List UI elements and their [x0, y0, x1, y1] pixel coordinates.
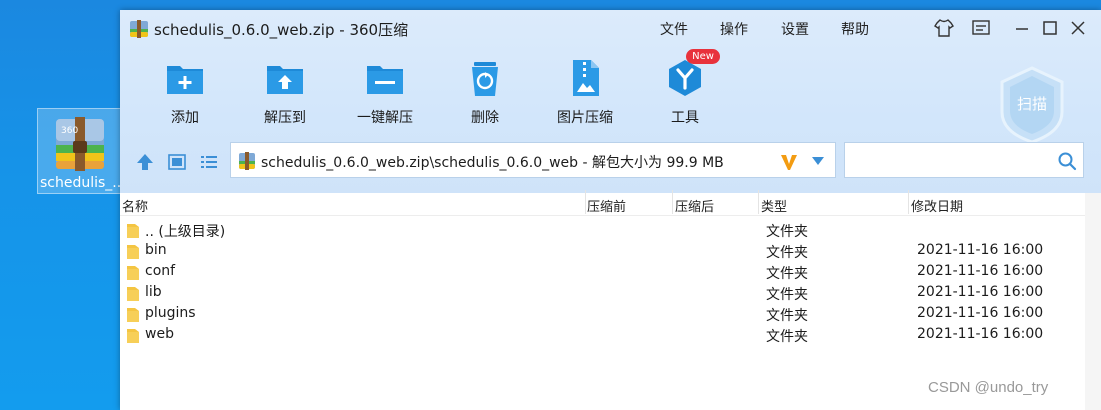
- column-header-modified[interactable]: 修改日期: [911, 196, 963, 215]
- file-modified: 2021-11-16 16:00: [917, 263, 1044, 279]
- new-badge: New: [686, 49, 720, 64]
- menu-file[interactable]: 文件: [660, 19, 688, 39]
- chevron-down-icon[interactable]: [811, 156, 825, 166]
- recycle-bin-icon: [472, 62, 498, 96]
- thumbnail-view-icon[interactable]: [166, 151, 188, 173]
- file-modified: 2021-11-16 16:00: [917, 326, 1044, 342]
- add-button[interactable]: 添加: [140, 58, 230, 128]
- file-name: conf: [145, 263, 176, 279]
- one-click-extract-icon: [367, 66, 403, 94]
- file-type: 文件夹: [766, 287, 808, 303]
- file-type: 文件夹: [766, 329, 808, 345]
- feedback-icon[interactable]: [970, 17, 992, 39]
- scan-label: 扫描: [1017, 95, 1047, 113]
- column-header-original-size[interactable]: 压缩前: [587, 196, 626, 215]
- search-icon[interactable]: [1057, 151, 1077, 171]
- v-logo-icon[interactable]: [779, 152, 799, 172]
- zip-file-icon: [239, 152, 255, 170]
- skin-shirt-icon[interactable]: [933, 17, 955, 39]
- go-up-icon[interactable]: [134, 151, 156, 173]
- image-compress-button[interactable]: 图片压缩: [540, 58, 630, 128]
- file-name: plugins: [145, 305, 196, 321]
- add-label: 添加: [171, 110, 199, 126]
- file-row-conf[interactable]: conf 文件夹 2021-11-16 16:00: [120, 262, 1085, 283]
- column-divider[interactable]: [585, 190, 586, 214]
- window-title: schedulis_0.6.0_web.zip - 360压缩: [154, 21, 409, 39]
- file-type: 文件夹: [766, 245, 808, 261]
- file-modified: 2021-11-16 16:00: [917, 284, 1044, 300]
- file-type: 文件夹: [766, 224, 808, 240]
- scan-shield-button[interactable]: 扫描: [998, 66, 1066, 144]
- folder-icon: [127, 287, 139, 301]
- zip-archive-icon: 360: [56, 117, 104, 171]
- file-name: bin: [145, 242, 167, 258]
- file-name: .. (上级目录): [145, 224, 226, 240]
- watermark: CSDN @undo_try: [928, 379, 1049, 396]
- file-row-plugins[interactable]: plugins 文件夹 2021-11-16 16:00: [120, 304, 1085, 325]
- column-divider[interactable]: [908, 190, 909, 214]
- column-header-compressed-size[interactable]: 压缩后: [675, 196, 714, 215]
- desktop-icon-label: schedulis_...: [40, 175, 124, 191]
- app-archive-icon: [130, 20, 148, 38]
- file-name: web: [145, 326, 174, 342]
- delete-label: 删除: [471, 110, 499, 126]
- column-header-name[interactable]: 名称: [122, 196, 148, 215]
- minimize-icon[interactable]: [1011, 17, 1033, 39]
- list-view-icon[interactable]: [198, 151, 220, 173]
- column-divider[interactable]: [672, 190, 673, 214]
- file-type: 文件夹: [766, 308, 808, 324]
- menu-operation[interactable]: 操作: [720, 19, 748, 39]
- folder-icon: [127, 245, 139, 259]
- file-row-lib[interactable]: lib 文件夹 2021-11-16 16:00: [120, 283, 1085, 304]
- address-bar[interactable]: schedulis_0.6.0_web.zip\schedulis_0.6.0_…: [230, 142, 836, 178]
- tools-icon: [669, 60, 701, 96]
- delete-button[interactable]: 删除: [440, 58, 530, 128]
- folder-icon: [127, 224, 139, 238]
- image-compress-icon: [573, 60, 599, 96]
- one-click-extract-button[interactable]: 一键解压: [340, 58, 430, 128]
- one-click-extract-label: 一键解压: [357, 110, 413, 126]
- column-divider[interactable]: [758, 190, 759, 214]
- file-modified: 2021-11-16 16:00: [917, 242, 1044, 258]
- add-folder-icon: [167, 66, 203, 94]
- archive-window: schedulis_0.6.0_web.zip - 360压缩 文件 操作 设置…: [120, 10, 1101, 410]
- file-row-bin[interactable]: bin 文件夹 2021-11-16 16:00: [120, 241, 1085, 262]
- folder-icon: [127, 329, 139, 343]
- extract-to-label: 解压到: [264, 110, 306, 126]
- header-divider: [120, 215, 1085, 216]
- file-row-parent[interactable]: .. (上级目录) 文件夹: [120, 220, 1085, 241]
- folder-icon: [127, 308, 139, 322]
- image-compress-label: 图片压缩: [557, 110, 613, 126]
- extract-to-icon: [267, 66, 303, 94]
- vertical-scrollbar[interactable]: [1085, 193, 1101, 410]
- tools-label: 工具: [671, 110, 699, 126]
- close-icon[interactable]: [1067, 17, 1089, 39]
- file-name: lib: [145, 284, 162, 300]
- extract-to-button[interactable]: 解压到: [240, 58, 330, 128]
- desktop-zip-shortcut[interactable]: 360 schedulis_...: [37, 108, 124, 194]
- address-path: schedulis_0.6.0_web.zip\schedulis_0.6.0_…: [261, 155, 724, 171]
- file-type: 文件夹: [766, 266, 808, 282]
- maximize-icon[interactable]: [1039, 17, 1061, 39]
- menu-settings[interactable]: 设置: [781, 19, 809, 39]
- search-input[interactable]: [844, 142, 1084, 178]
- folder-icon: [127, 266, 139, 280]
- file-row-web[interactable]: web 文件夹 2021-11-16 16:00: [120, 325, 1085, 346]
- menu-help[interactable]: 帮助: [841, 19, 869, 39]
- svg-text:360: 360: [61, 126, 78, 136]
- file-modified: 2021-11-16 16:00: [917, 305, 1044, 321]
- tools-button[interactable]: 工具: [640, 58, 730, 128]
- column-header-type[interactable]: 类型: [761, 196, 787, 215]
